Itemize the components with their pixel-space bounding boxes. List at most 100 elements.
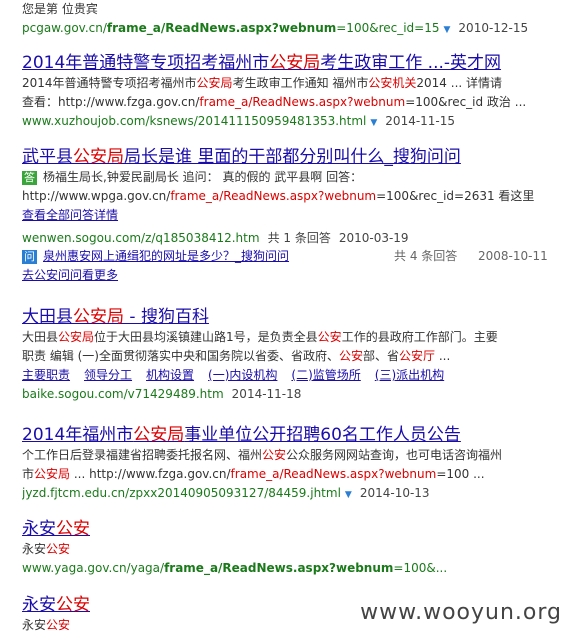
result-4: 2014年福州市公安局事业单位公开招聘60名工作人员公告 个工作日后登录福建省招…: [22, 424, 502, 504]
text-fragment: 武平县: [22, 147, 73, 167]
text-fragment: 公众服务网网站查询，也可电话咨询福州: [286, 448, 503, 462]
result-snippet: 答杨福生局长,钟爱民副局长 追问： 真的假的 武平县啊 回答：: [22, 168, 534, 187]
result-snippet: 职责 编辑 (一)全面贯彻落实中央和国务院以省委、省政府、公安部、省公安厅 ..…: [22, 347, 498, 366]
result-snippet: 您是第 位贵宾: [22, 2, 98, 16]
text-fragment: baike.sogou.com/v71429489.htm: [22, 387, 224, 401]
text-fragment: 公安: [46, 542, 71, 556]
text-fragment: 公安: [262, 448, 287, 462]
result-snippet: 大田县公安局位于大田县均溪镇建山路1号，是负责全县公安工作的县政府工作部门。主要: [22, 328, 498, 347]
result-snippet: 永安公安: [22, 540, 447, 559]
result-0: 您是第 位贵宾 pcgaw.gov.cn/frame_a/ReadNews.as…: [22, 0, 528, 39]
sublink-duties[interactable]: 主要职责: [22, 368, 70, 382]
text-fragment: 考生政审工作通知 福州市: [232, 76, 369, 90]
text-fragment: 共 4 条回答: [394, 249, 458, 263]
text-fragment: 职责 编辑 (一)全面贯彻落实中央和国务院以省委、省政府、: [22, 349, 339, 363]
text-fragment: jyzd.fjtcm.edu.cn/zpxx20140905093127/844…: [22, 486, 341, 500]
more-questions-link[interactable]: 去公安问问看更多: [22, 268, 118, 282]
result-title[interactable]: 永安公安: [22, 594, 90, 616]
text-fragment: 2014-11-15: [385, 114, 456, 128]
text-fragment: 局长是谁 里面的干部都分别叫什么_搜狗问问: [124, 147, 461, 167]
text-fragment: 2010-03-19: [338, 231, 409, 245]
see-all-answers-link[interactable]: 查看全部问答详情: [22, 208, 118, 222]
text-fragment: 公安局: [196, 76, 233, 90]
result-url[interactable]: jyzd.fjtcm.edu.cn/zpxx20140905093127/844…: [22, 484, 502, 504]
text-fragment: 公安厅: [399, 349, 436, 363]
text-fragment: 公安: [56, 595, 90, 615]
text-fragment: 公安局: [73, 147, 124, 167]
result-url[interactable]: www.yaga.gov.cn/yaga/frame_a/ReadNews.as…: [22, 559, 447, 577]
text-fragment: =100&rec_id=15: [336, 21, 440, 35]
result-snippet: 个工作日后登录福建省招聘委托报名网、福州公安公众服务网网站查询，也可电话咨询福州: [22, 446, 502, 465]
watermark: www.wooyun.org: [360, 600, 562, 625]
dropdown-arrow-icon[interactable]: ▼: [444, 25, 451, 35]
text-fragment: ...: [435, 349, 451, 363]
result-title[interactable]: 武平县公安局局长是谁 里面的干部都分别叫什么_搜狗问问: [22, 146, 534, 168]
result-title[interactable]: 永安公安: [22, 518, 447, 540]
text-fragment: 杨福生局长,钟爱民副局长 追问： 真的假的 武平县啊 回答：: [43, 170, 363, 184]
text-fragment: =100 ...: [436, 467, 485, 481]
result-url[interactable]: www.xuzhoujob.com/ksnews/201411150959481…: [22, 112, 526, 132]
text-fragment: 2008-10-11: [478, 249, 548, 263]
dropdown-arrow-icon[interactable]: ▼: [345, 490, 352, 500]
text-fragment: 2014 ... 详情请: [416, 76, 503, 90]
result-snippet: 查看：http://www.fzga.gov.cn/frame_a/ReadNe…: [22, 93, 526, 112]
text-fragment: www.yaga.gov.cn/yaga/: [22, 561, 165, 575]
text-fragment: 公安局: [34, 467, 71, 481]
result-snippet: 2014年普通特警专项招考福州市公安局考生政审工作通知 福州市公安机关2014 …: [22, 74, 526, 93]
sub-links: 主要职责 领导分工 机构设置 (一)内设机构 (二)监管场所 (三)派出机构: [22, 366, 498, 385]
text-fragment: pcgaw.gov.cn/: [22, 21, 107, 35]
text-fragment: =100&...: [393, 561, 448, 575]
text-fragment: 2014年普通特警专项招考福州市: [22, 53, 270, 73]
text-fragment: 位于大田县均溪镇建山路1号，是负责全县: [94, 330, 318, 344]
text-fragment: 公安局: [73, 307, 124, 327]
related-question-link[interactable]: 泉州惠安网上通缉犯的网址是多少？_搜狗问问: [43, 249, 289, 263]
result-snippet: 永安公安: [22, 616, 90, 635]
text-fragment: 部、省: [363, 349, 400, 363]
result-6: 永安公安 永安公安: [22, 594, 90, 635]
result-5: 永安公安 永安公安 www.yaga.gov.cn/yaga/frame_a/R…: [22, 518, 447, 577]
dropdown-arrow-icon[interactable]: ▼: [370, 118, 377, 128]
text-fragment: 公安: [317, 330, 342, 344]
sublink-stations[interactable]: (三)派出机构: [375, 368, 444, 382]
result-title[interactable]: 2014年普通特警专项招考福州市公安局考生政审工作 ...-英才网: [22, 52, 526, 74]
sublink-structure[interactable]: 机构设置: [146, 368, 194, 382]
text-fragment: 共 1 条回答: [267, 231, 331, 245]
sublink-internal[interactable]: (一)内设机构: [208, 368, 277, 382]
text-fragment: 公安局: [133, 425, 185, 445]
question-badge: 问: [22, 250, 37, 264]
text-fragment: 永安: [22, 542, 47, 556]
sublink-detention[interactable]: (二)监管场所: [291, 368, 360, 382]
result-1: 2014年普通特警专项招考福州市公安局考生政审工作 ...-英才网 2014年普…: [22, 52, 526, 132]
text-fragment: 2014-11-18: [231, 387, 302, 401]
text-fragment: 2014-10-13: [359, 486, 430, 500]
result-url[interactable]: wenwen.sogou.com/z/q185038412.htm 共 1 条回答…: [22, 229, 534, 247]
text-fragment: http://www.wpga.gov.cn/: [22, 189, 171, 203]
result-snippet: 市公安局 ... http://www.fzga.gov.cn/frame_a/…: [22, 465, 502, 484]
text-fragment: 事业单位公开招聘60名工作人员公告: [184, 425, 461, 445]
text-fragment: frame_a/ReadNews.aspx?webnum: [230, 467, 437, 481]
result-3: 大田县公安局 - 搜狗百科 大田县公安局位于大田县均溪镇建山路1号，是负责全县公…: [22, 306, 498, 403]
result-2: 武平县公安局局长是谁 里面的干部都分别叫什么_搜狗问问 答杨福生局长,钟爱民副局…: [22, 146, 548, 285]
text-fragment: 2010-12-15: [458, 21, 529, 35]
text-fragment: =100&rec_id 政治 ...: [405, 95, 527, 109]
text-fragment: wenwen.sogou.com/z/q185038412.htm: [22, 231, 260, 245]
text-fragment: frame_a/ReadNews.aspx?webnum: [199, 95, 406, 109]
text-fragment: frame_a/ReadNews.aspx?webnum: [106, 21, 337, 35]
sublink-leadership[interactable]: 领导分工: [84, 368, 132, 382]
text-fragment: - 搜狗百科: [124, 307, 209, 327]
text-fragment: 2014年普通特警专项招考福州市: [22, 76, 197, 90]
related-question: 问泉州惠安网上通缉犯的网址是多少？_搜狗问问 共 4 条回答 2008-10-11: [22, 247, 548, 266]
text-fragment: 永安: [22, 618, 47, 632]
text-fragment: 公安局: [58, 330, 95, 344]
text-fragment: 2014年福州市: [22, 425, 134, 445]
result-url[interactable]: baike.sogou.com/v71429489.htm 2014-11-18: [22, 385, 498, 403]
text-fragment: 大田县: [22, 330, 59, 344]
result-url[interactable]: pcgaw.gov.cn/frame_a/ReadNews.aspx?webnu…: [22, 19, 528, 39]
result-title[interactable]: 大田县公安局 - 搜狗百科: [22, 306, 498, 328]
result-snippet: http://www.wpga.gov.cn/frame_a/ReadNews.…: [22, 187, 534, 206]
text-fragment: ... http://www.fzga.gov.cn/: [70, 467, 231, 481]
text-fragment: frame_a/ReadNews.aspx?webnum: [170, 189, 377, 203]
text-fragment: 个工作日后登录福建省招聘委托报名网、福州: [22, 448, 263, 462]
text-fragment: 公安: [56, 519, 90, 539]
result-title[interactable]: 2014年福州市公安局事业单位公开招聘60名工作人员公告: [22, 424, 502, 446]
